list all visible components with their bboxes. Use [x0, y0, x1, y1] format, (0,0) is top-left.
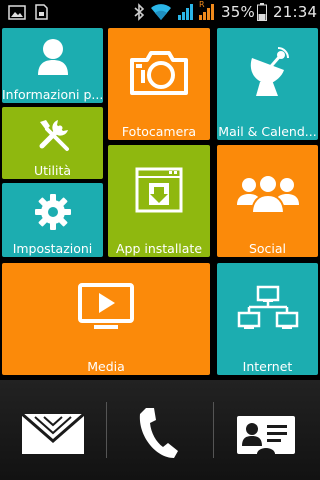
battery-percent: 35%	[221, 3, 255, 21]
tile-utilita[interactable]: Utilità	[2, 107, 103, 179]
people-group-icon	[236, 174, 299, 213]
gallery-notification-icon	[8, 5, 26, 20]
dock-divider	[213, 402, 214, 458]
envelope-icon	[21, 413, 85, 454]
tile-label: Social	[248, 241, 287, 256]
dock-divider	[106, 402, 107, 458]
gear-icon	[34, 194, 71, 230]
tile-impostazioni[interactable]: Impostazioni	[2, 183, 103, 257]
tools-icon	[39, 120, 69, 151]
tile-label: Mail & Calend...	[218, 124, 317, 139]
tile-label: Fotocamera	[121, 124, 197, 139]
dock-phone-button[interactable]	[120, 406, 200, 458]
play-monitor-icon	[78, 283, 134, 329]
satellite-dish-icon	[250, 47, 289, 96]
roaming-signal-icon	[199, 4, 214, 20]
phone-icon	[139, 408, 178, 458]
tile-label: Utilità	[33, 163, 72, 178]
camera-icon	[130, 51, 188, 95]
dock	[0, 380, 320, 480]
battery-icon	[257, 3, 267, 21]
tile-label: Informazioni p...	[2, 87, 103, 102]
tile-internet[interactable]: Internet	[217, 263, 318, 375]
status-bar: R 35% 21:34	[0, 0, 320, 25]
clock: 21:34	[273, 3, 318, 21]
tile-label: Impostazioni	[12, 241, 93, 256]
contact-card-icon	[237, 416, 295, 454]
tile-label: Media	[87, 359, 125, 374]
tile-media[interactable]: Media	[2, 263, 210, 375]
tile-mail-calendario[interactable]: Mail & Calend...	[217, 28, 318, 140]
signal-icon	[178, 4, 193, 20]
sd-card-icon	[35, 4, 48, 20]
bluetooth-icon	[134, 3, 145, 21]
person-icon	[37, 39, 68, 75]
network-icon	[237, 285, 298, 329]
dock-messages-button[interactable]	[13, 406, 93, 454]
home-screen: Informazioni p... Fotocamera Mail & Cale…	[0, 25, 320, 380]
wifi-icon	[151, 4, 171, 20]
download-window-icon	[135, 167, 183, 213]
tile-label: App installate	[115, 241, 203, 256]
dock-contacts-button[interactable]	[227, 406, 307, 454]
tile-informazioni[interactable]: Informazioni p...	[2, 28, 103, 103]
tile-app-installate[interactable]: App installate	[108, 145, 210, 257]
tile-social[interactable]: Social	[217, 145, 318, 257]
tile-label: Internet	[242, 359, 293, 374]
tile-fotocamera[interactable]: Fotocamera	[108, 28, 210, 140]
